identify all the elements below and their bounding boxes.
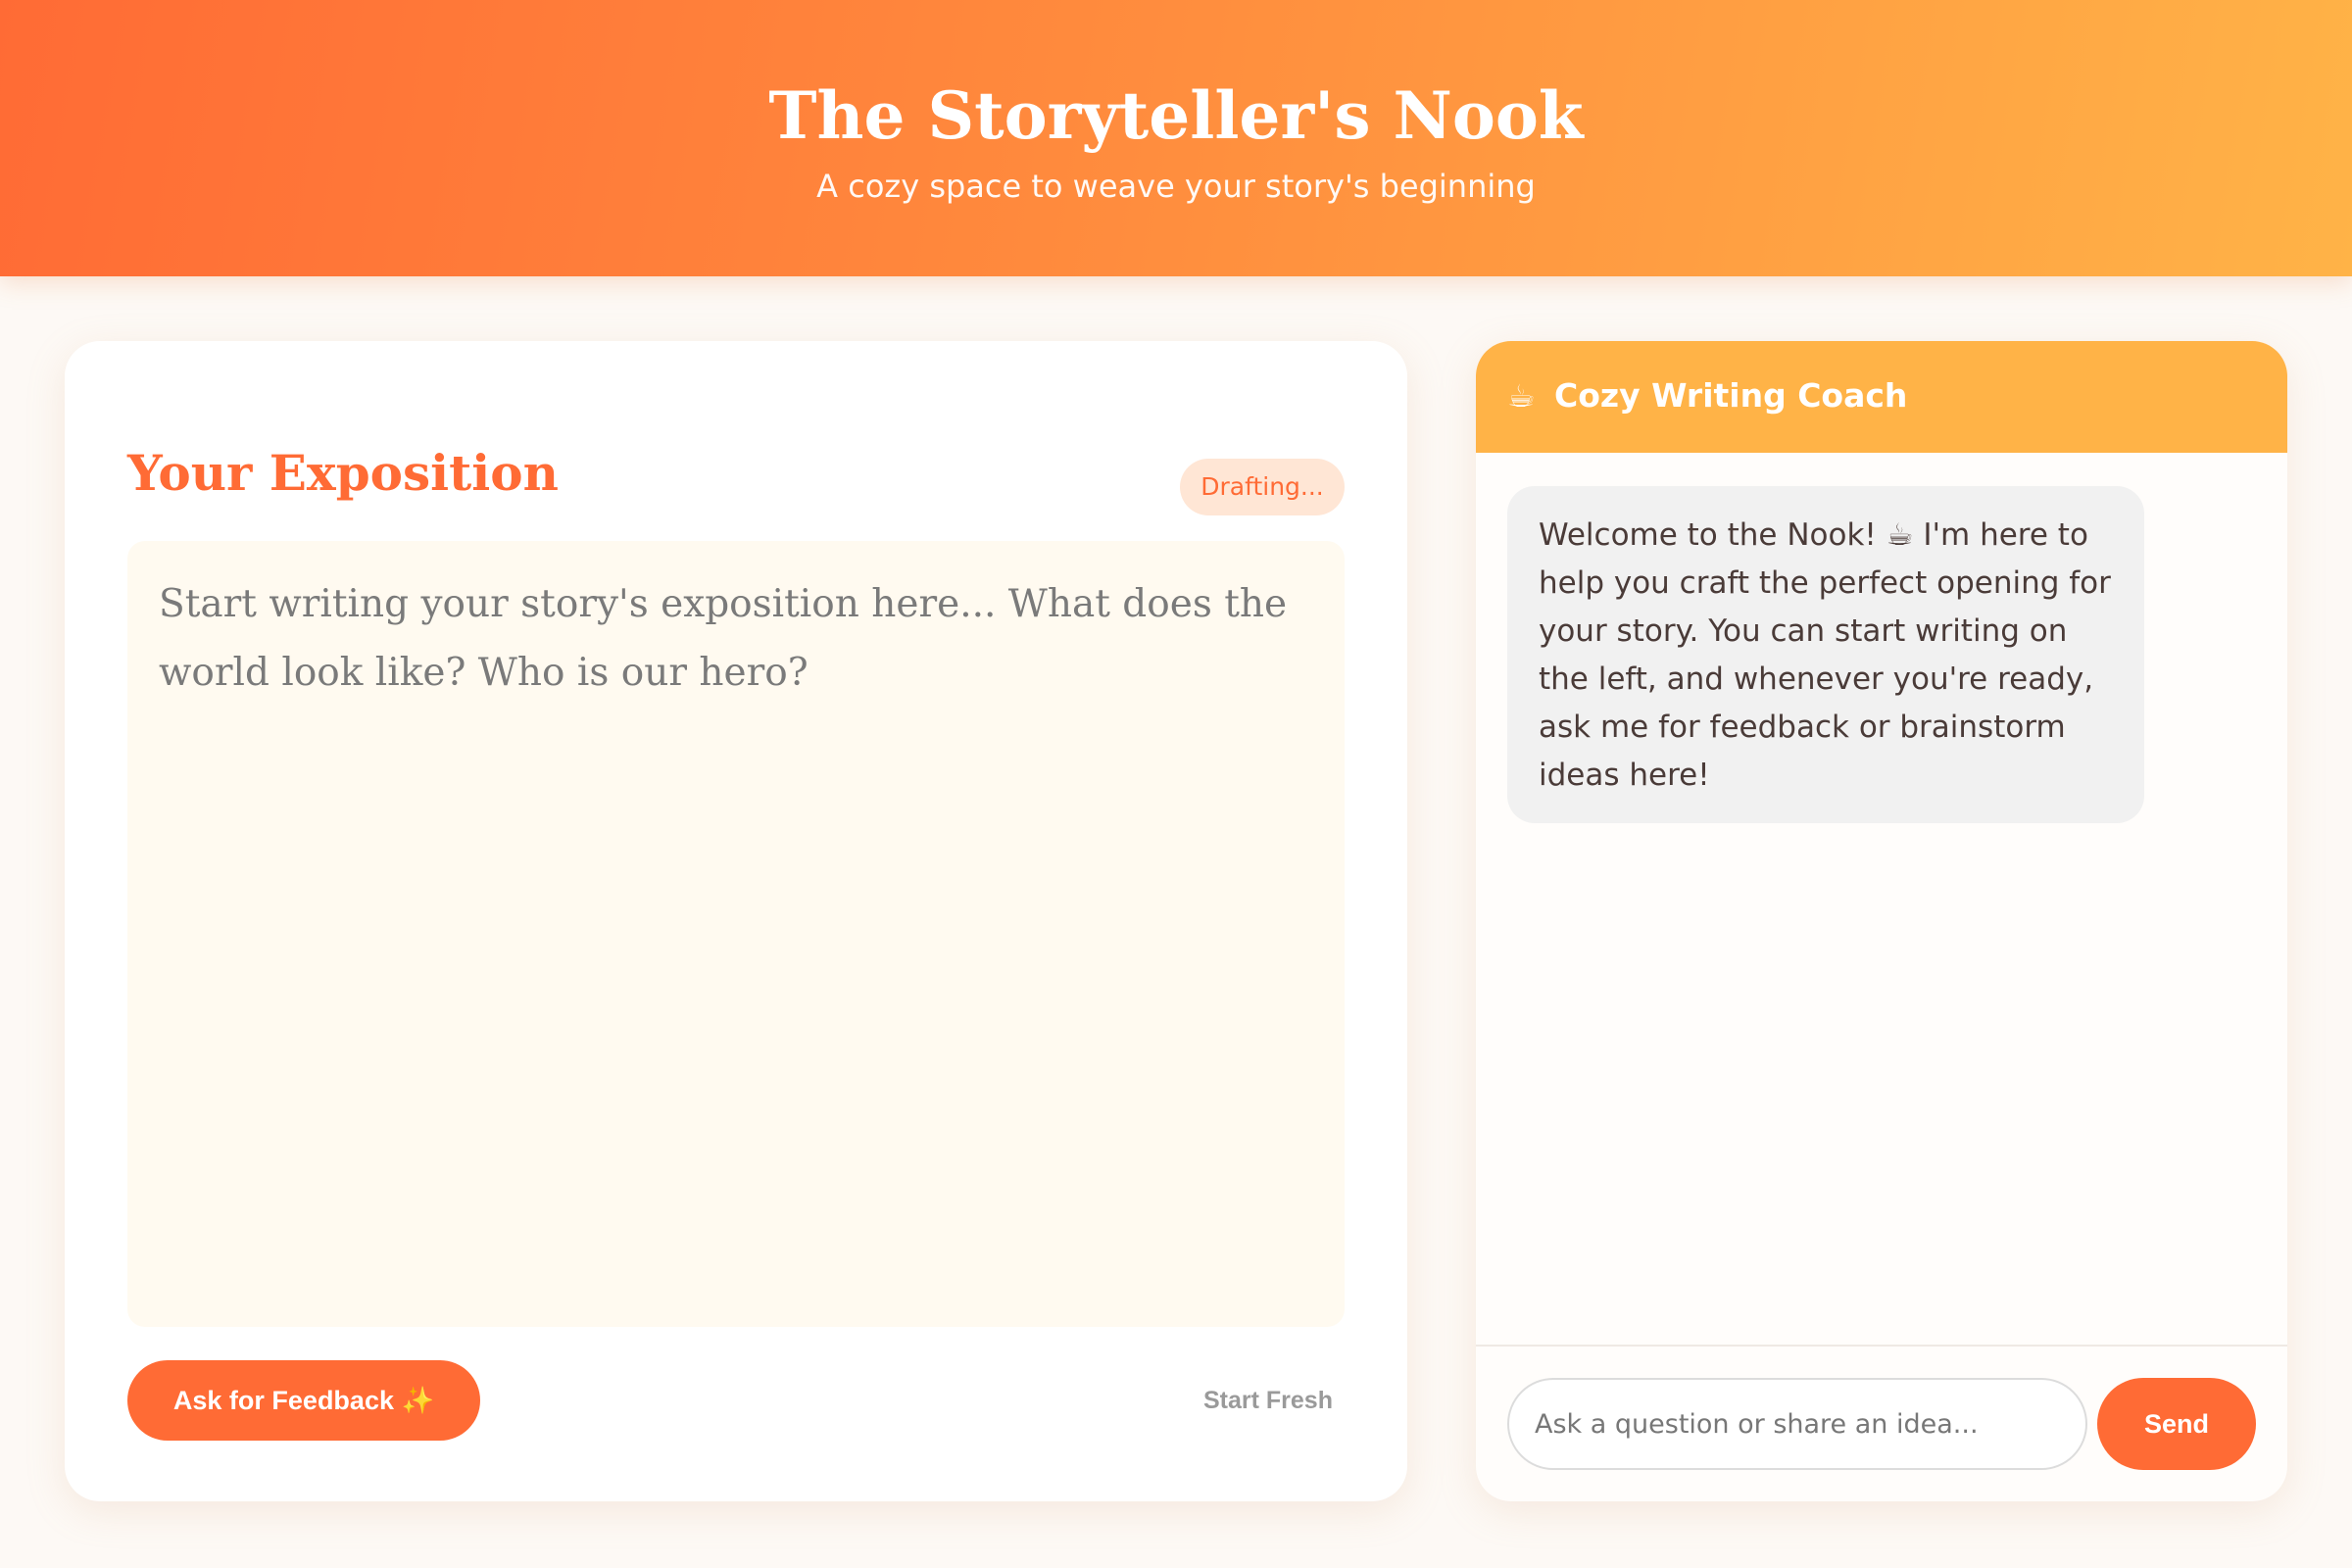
coach-message: Welcome to the Nook! ☕ I'm here to help … [1507,486,2144,823]
page-subtitle: A cozy space to weave your story's begin… [816,168,1536,205]
chat-input[interactable] [1507,1378,2087,1470]
exposition-textarea[interactable] [127,541,1345,1327]
coffee-icon: ☕ [1507,377,1536,415]
chat-message-list[interactable]: Welcome to the Nook! ☕ I'm here to help … [1476,453,2287,1294]
editor-title: Your Exposition [127,444,559,502]
chat-header: ☕ Cozy Writing Coach [1476,341,2287,453]
app-header: The Storyteller's Nook A cozy space to w… [0,0,2352,276]
chat-title: Cozy Writing Coach [1554,376,1908,415]
writing-coach-panel: ☕ Cozy Writing Coach Welcome to the Nook… [1476,341,2287,1501]
page-title: The Storyteller's Nook [768,77,1584,154]
chat-divider [1476,1345,2287,1347]
send-button[interactable]: Send [2097,1378,2256,1470]
start-fresh-button[interactable]: Start Fresh [1190,1360,1347,1441]
ask-feedback-button[interactable]: Ask for Feedback ✨ [127,1360,480,1441]
exposition-editor-card: Your Exposition Drafting... Ask for Feed… [65,341,1407,1501]
status-badge: Drafting... [1180,459,1345,515]
